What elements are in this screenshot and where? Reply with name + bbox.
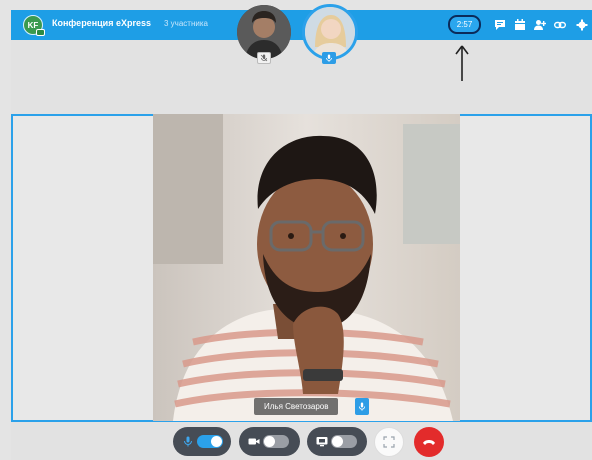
fullscreen-button[interactable] — [374, 427, 404, 457]
participants-bar — [11, 40, 592, 115]
screen-share-icon — [316, 436, 328, 447]
hangup-icon — [423, 440, 435, 445]
settings-icon[interactable] — [576, 19, 588, 31]
screen-share-toggle[interactable] — [307, 427, 367, 456]
conference-title[interactable]: Конференция eXpress — [52, 18, 151, 28]
speaker-name: Илья Светозаров — [264, 402, 329, 411]
hangup-button[interactable] — [414, 427, 444, 457]
calendar-icon[interactable] — [514, 19, 526, 31]
speaker-name-label: Илья Светозаров — [254, 398, 339, 415]
screen-share-switch-knob — [332, 436, 343, 447]
conference-avatar[interactable]: KF — [23, 15, 45, 36]
add-user-icon[interactable] — [534, 19, 546, 31]
fullscreen-icon — [383, 436, 395, 448]
avatar-status-badge — [36, 29, 45, 36]
conference-window: KF Конференция eXpress 3 участника 2:57 — [0, 0, 592, 460]
call-controls-bar — [11, 422, 592, 460]
screen-share-switch[interactable] — [331, 435, 357, 448]
participants-count[interactable]: 3 участника — [164, 19, 208, 28]
mic-icon — [182, 436, 194, 447]
participant-2-mic-icon — [322, 52, 336, 64]
microphone-switch-knob — [211, 436, 222, 447]
call-timer-value: 2:57 — [456, 20, 473, 29]
chat-icon[interactable] — [494, 19, 506, 31]
up-arrow-annotation-icon — [454, 44, 470, 82]
call-timer: 2:57 — [448, 15, 481, 34]
speaker-video[interactable] — [153, 114, 460, 421]
camera-switch-knob — [264, 436, 275, 447]
camera-switch[interactable] — [263, 435, 289, 448]
camera-icon — [248, 436, 260, 447]
camera-toggle[interactable] — [239, 427, 300, 456]
speaker-mic-icon — [355, 398, 369, 415]
link-icon[interactable] — [554, 19, 566, 31]
participant-1-mic-muted-icon — [257, 52, 271, 64]
microphone-switch[interactable] — [197, 435, 223, 448]
participant-avatar-1[interactable] — [237, 5, 291, 59]
microphone-toggle[interactable] — [173, 427, 231, 456]
